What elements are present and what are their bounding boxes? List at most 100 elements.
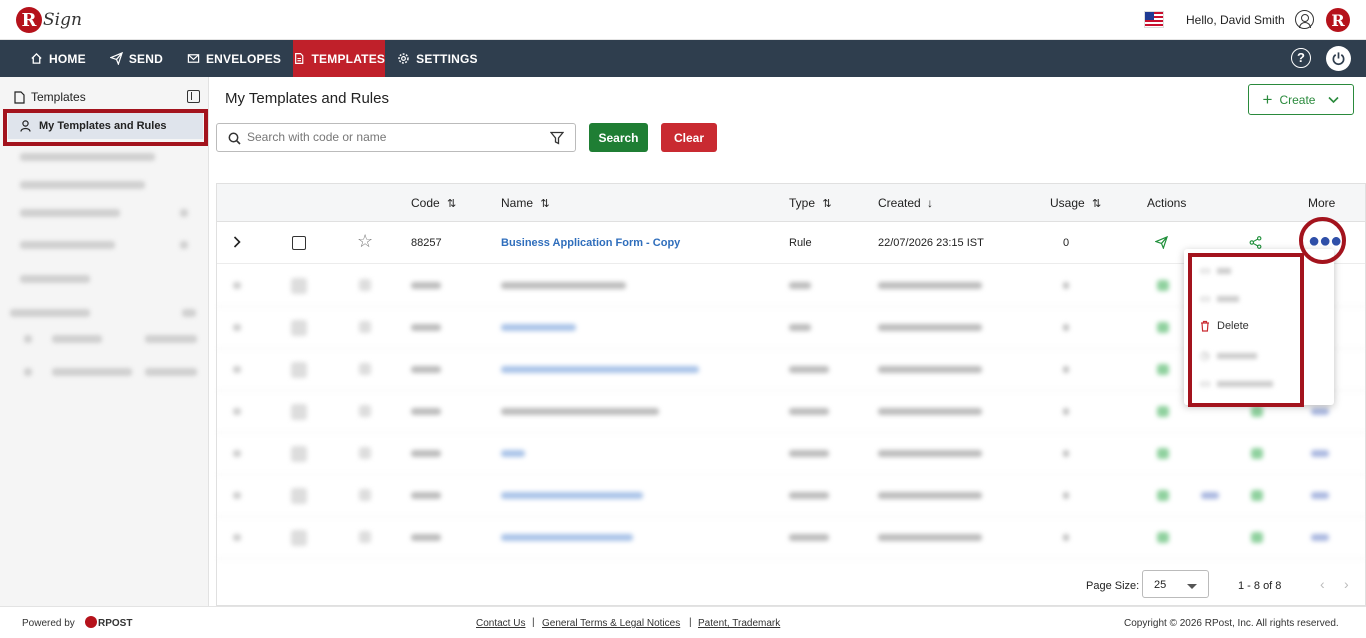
sidebar-blurred-item[interactable] — [20, 275, 90, 283]
logo-letter: R — [16, 7, 42, 33]
sort-icon: ⇅ — [447, 198, 457, 210]
user-greeting: Hello, David Smith — [1186, 13, 1285, 27]
sidebar: Templates My Templates and Rules — [0, 77, 209, 606]
next-page-icon[interactable]: › — [1344, 576, 1349, 592]
search-icon — [228, 132, 241, 145]
sidebar-blurred-item[interactable] — [20, 153, 155, 161]
create-button-label: Create — [1279, 92, 1316, 107]
page-size-label: Page Size: — [1086, 580, 1140, 592]
sort-icon: ⇅ — [822, 198, 832, 210]
terms-link[interactable]: General Terms & Legal Notices — [542, 618, 680, 629]
sidebar-blurred-item[interactable] — [20, 181, 145, 189]
nav-templates-label: TEMPLATES — [311, 51, 386, 66]
col-actions: Actions — [1147, 196, 1187, 210]
cell-created: 22/07/2026 23:15 IST — [878, 237, 984, 249]
annotation-circle-more — [1299, 217, 1346, 264]
col-code[interactable]: Code ⇅ — [411, 196, 456, 210]
sidebar-heading-label: Templates — [31, 90, 86, 104]
home-icon — [31, 52, 42, 64]
footer-divider: | — [689, 617, 692, 628]
gear-icon — [398, 53, 409, 64]
col-name[interactable]: Name ⇅ — [501, 196, 550, 210]
nav-send-label: SEND — [128, 51, 163, 66]
clear-button[interactable]: Clear — [661, 123, 717, 152]
annotation-highlight-menu — [1188, 253, 1304, 407]
favorite-star-icon[interactable]: ☆ — [357, 231, 373, 252]
nav-envelopes[interactable]: ENVELOPES — [175, 40, 293, 77]
col-usage[interactable]: Usage ⇅ — [1050, 196, 1101, 210]
sidebar-blurred-item[interactable] — [180, 209, 188, 217]
avatar[interactable]: R — [1326, 8, 1350, 32]
help-icon[interactable]: ? — [1291, 48, 1311, 68]
col-type-label: Type — [789, 196, 816, 210]
filter-icon[interactable] — [550, 131, 564, 145]
rpost-brand: RPOST — [98, 618, 133, 629]
col-type[interactable]: Type ⇅ — [789, 196, 832, 210]
nav-send[interactable]: SEND — [98, 40, 175, 77]
patent-link[interactable]: Patent, Trademark — [698, 618, 780, 629]
rpost-logo-icon — [85, 616, 97, 628]
top-bar: R Sign Hello, David Smith R — [0, 0, 1366, 40]
send-action-icon[interactable] — [1155, 236, 1168, 249]
powered-by-label: Powered by — [22, 618, 75, 629]
caret-down-icon — [1187, 584, 1197, 589]
main-nav: HOME SEND ENVELOPES TEMPLATES SETTINGS — [0, 40, 1366, 77]
collapse-sidebar-icon[interactable] — [187, 90, 200, 103]
sidebar-blurred-item[interactable] — [20, 241, 115, 249]
cell-code: 88257 — [411, 237, 442, 249]
sidebar-blurred-folder[interactable] — [145, 368, 197, 376]
pagination: Page Size: 25 1 - 8 of 8 ‹ › — [216, 563, 1364, 605]
contact-us-link[interactable]: Contact Us — [476, 618, 525, 629]
create-button[interactable]: + Create — [1248, 84, 1354, 115]
us-flag-icon[interactable] — [1144, 11, 1164, 28]
sidebar-blurred-folder[interactable] — [24, 368, 32, 376]
nav-settings[interactable]: SETTINGS — [385, 40, 490, 77]
template-icon — [295, 53, 304, 64]
sidebar-blurred-folder[interactable] — [145, 335, 197, 343]
logo-text: Sign — [43, 10, 82, 30]
page-range: 1 - 8 of 8 — [1238, 580, 1282, 592]
sort-icon: ⇅ — [540, 198, 550, 210]
col-name-label: Name — [501, 196, 534, 210]
nav-templates[interactable]: TEMPLATES — [293, 40, 386, 77]
sort-down-icon: ↓ — [927, 196, 934, 210]
cell-name-link[interactable]: Business Application Form - Copy — [501, 237, 680, 249]
sidebar-blurred-section — [182, 309, 196, 317]
nav-home[interactable]: HOME — [18, 40, 98, 77]
plus-icon: + — [1262, 89, 1273, 109]
copyright: Copyright © 2026 RPost, Inc. All rights … — [1124, 618, 1339, 629]
nav-settings-label: SETTINGS — [416, 51, 478, 66]
table-header: Code ⇅ Name ⇅ Type ⇅ Created ↓ Usage ⇅ A… — [217, 184, 1365, 222]
share-icon[interactable] — [1249, 236, 1262, 249]
col-more: More — [1308, 196, 1336, 210]
search-box — [216, 123, 576, 152]
prev-page-icon[interactable]: ‹ — [1320, 576, 1325, 592]
col-code-label: Code — [411, 196, 440, 210]
sidebar-blurred-item[interactable] — [20, 209, 120, 217]
sidebar-blurred-item[interactable] — [180, 241, 188, 249]
power-icon[interactable] — [1326, 46, 1351, 71]
nav-envelopes-label: ENVELOPES — [205, 51, 282, 66]
table-row[interactable] — [217, 517, 1365, 559]
footer: Powered by RPOST Contact Us | General Te… — [0, 606, 1366, 638]
search-input[interactable] — [247, 130, 537, 144]
sort-icon: ⇅ — [1092, 198, 1102, 210]
col-usage-label: Usage — [1050, 196, 1085, 210]
table-row[interactable] — [217, 475, 1365, 517]
expand-chevron-icon[interactable] — [233, 236, 241, 248]
cell-usage: 0 — [1063, 237, 1070, 249]
table-row[interactable] — [217, 433, 1365, 475]
sidebar-blurred-folder[interactable] — [52, 368, 132, 376]
cell-type: Rule — [789, 237, 812, 249]
sidebar-blurred-folder[interactable] — [52, 335, 102, 343]
sidebar-heading: Templates — [14, 90, 86, 104]
rsign-logo[interactable]: R Sign — [16, 6, 82, 34]
send-icon — [109, 52, 123, 65]
sidebar-blurred-folder[interactable] — [24, 335, 32, 343]
user-profile-icon[interactable] — [1295, 10, 1314, 29]
page-size-value: 25 — [1154, 579, 1167, 591]
page-size-select[interactable]: 25 — [1142, 570, 1209, 598]
search-button[interactable]: Search — [589, 123, 648, 152]
row-checkbox[interactable] — [292, 236, 306, 250]
col-created[interactable]: Created ↓ — [878, 196, 933, 210]
